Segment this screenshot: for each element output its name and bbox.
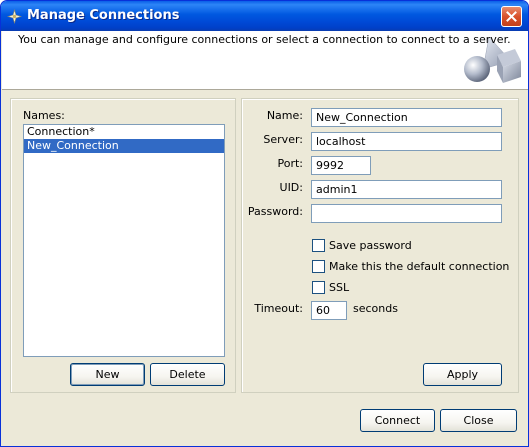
uid-field[interactable]: [311, 180, 502, 199]
uid-label: UID:: [279, 181, 303, 194]
close-window-button[interactable]: [501, 6, 522, 27]
server-label: Server:: [263, 133, 303, 146]
title-bar[interactable]: Manage Connections: [1, 1, 528, 31]
app-icon: [7, 9, 22, 24]
ssl-label: SSL: [329, 281, 350, 294]
connections-list[interactable]: Connection* New_Connection: [23, 124, 225, 357]
ssl-checkbox[interactable]: [312, 281, 325, 294]
timeout-label: Timeout:: [254, 302, 303, 315]
manage-connections-dialog: Manage Connections You can manage and co…: [0, 0, 529, 447]
list-item[interactable]: New_Connection: [24, 139, 224, 153]
new-button[interactable]: New: [70, 363, 145, 386]
close-button[interactable]: Close: [440, 409, 517, 432]
password-field[interactable]: [311, 204, 502, 223]
name-label: Name:: [266, 109, 303, 122]
name-field[interactable]: [311, 108, 502, 127]
apply-button[interactable]: Apply: [423, 363, 502, 386]
header-description: You can manage and configure connections…: [18, 33, 511, 46]
close-icon: [506, 11, 517, 22]
connect-button[interactable]: Connect: [360, 409, 435, 432]
delete-button[interactable]: Delete: [150, 363, 225, 386]
default-connection-label: Make this the default connection: [329, 260, 510, 273]
save-password-label: Save password: [329, 239, 412, 252]
timeout-unit-label: seconds: [353, 302, 398, 315]
password-label: Password:: [247, 205, 303, 218]
default-connection-checkbox[interactable]: [312, 260, 325, 273]
port-label: Port:: [277, 157, 303, 170]
port-field[interactable]: [311, 156, 371, 175]
list-item[interactable]: Connection*: [24, 125, 224, 139]
save-password-checkbox[interactable]: [312, 239, 325, 252]
names-label: Names:: [23, 109, 65, 122]
timeout-field[interactable]: [311, 301, 347, 320]
server-field[interactable]: [311, 132, 502, 151]
window-title: Manage Connections: [27, 8, 180, 23]
